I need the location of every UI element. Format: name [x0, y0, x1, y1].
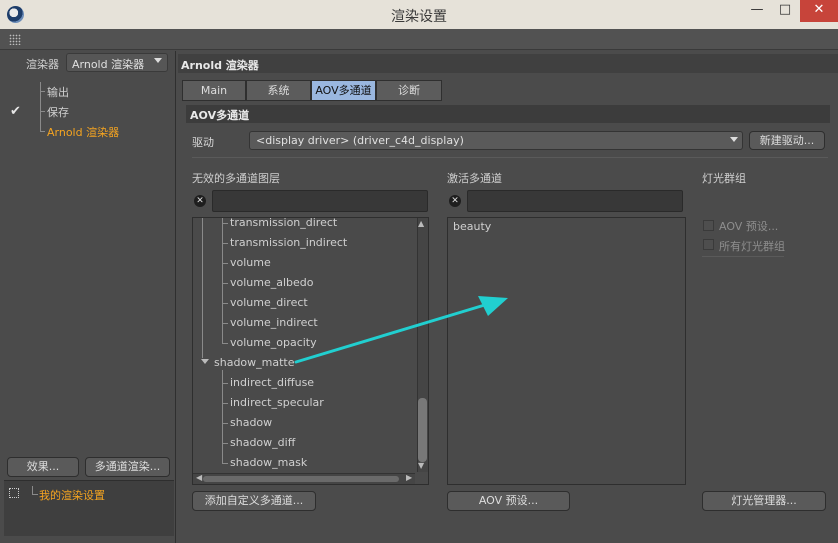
- annotation-arrow-icon: [294, 296, 508, 364]
